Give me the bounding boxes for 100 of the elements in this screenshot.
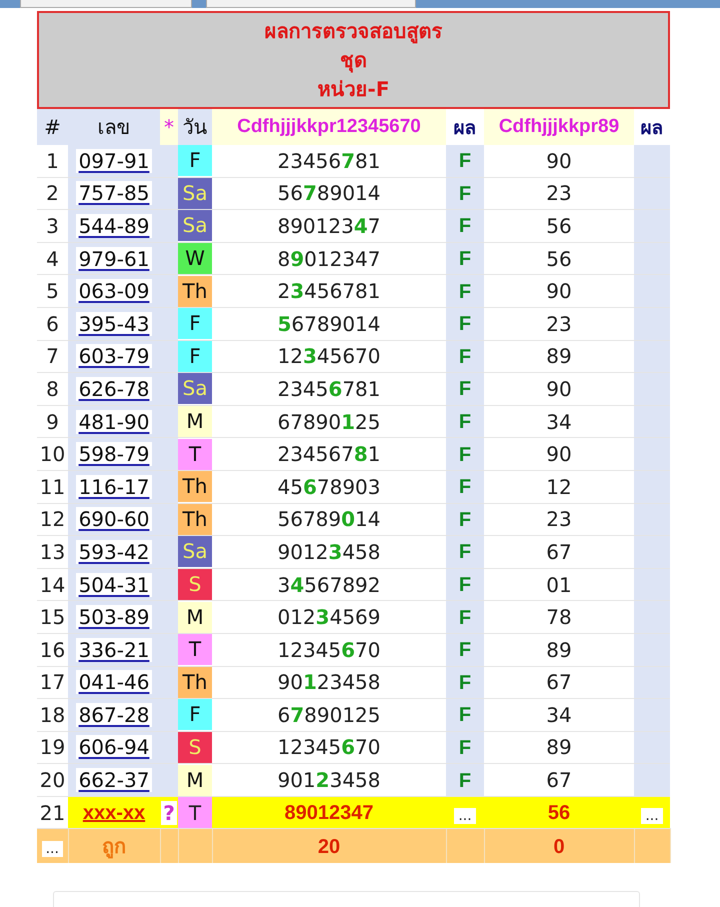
number-link[interactable]: 063-09 [76, 279, 152, 304]
result-value: F [458, 606, 472, 629]
formula-value: 89012347 [277, 246, 380, 271]
number-link[interactable]: 593-42 [76, 540, 152, 564]
unknown-mark: ? [161, 800, 177, 825]
formula-value: 12345670 [278, 638, 380, 662]
title-text: ผลการตรวจสอบสูตร [264, 18, 442, 46]
toolbar-button[interactable] [20, 0, 192, 8]
formula-value: 01 [546, 572, 572, 597]
row-number: 1 [46, 148, 59, 173]
formula-value: 45678903 [278, 474, 380, 499]
toolbar-button[interactable] [206, 0, 416, 8]
title-text: ชุด [340, 46, 367, 74]
number-link[interactable]: 481-90 [76, 410, 152, 434]
number-link[interactable]: 690-60 [76, 507, 152, 532]
day-tag: M [178, 406, 212, 438]
number-link[interactable]: 606-94 [76, 735, 152, 760]
number-link[interactable]: 116-17 [76, 474, 152, 499]
formula-value: 56 [548, 802, 570, 824]
result-value: F [458, 411, 472, 434]
number-link[interactable]: 504-31 [76, 572, 152, 597]
formula-value: 12 [546, 474, 572, 499]
number-link[interactable]: 097-91 [76, 148, 152, 173]
day-tag: T [178, 438, 212, 470]
number-link[interactable]: 603-79 [76, 344, 152, 368]
day-tag: F [178, 308, 212, 340]
day-tag: F [178, 145, 212, 176]
day-tag: F [178, 340, 212, 372]
result-value: F [458, 182, 472, 205]
row-number: 20 [40, 768, 66, 792]
number-link[interactable]: 867-28 [76, 702, 152, 727]
row-number: 16 [40, 638, 66, 662]
formula-value: 23 [546, 507, 572, 532]
result-value: F [458, 541, 472, 564]
number-link[interactable]: 336-21 [76, 638, 152, 662]
formula-value: 90123458 [277, 768, 380, 792]
result-value: F [458, 508, 472, 531]
formula-value: 90123458 [277, 540, 380, 564]
number-link[interactable]: 662-37 [76, 768, 152, 792]
result-value: F [458, 574, 472, 596]
more-button[interactable]: ... [641, 808, 663, 824]
result-value: F [458, 346, 472, 368]
day-tag: Th [178, 276, 212, 307]
day-tag: Th [178, 504, 212, 535]
formula-value: 56 [546, 246, 572, 271]
number-link[interactable]: 041-46 [76, 670, 152, 694]
formula-value: 34567892 [277, 572, 380, 597]
result-value: F [458, 770, 472, 792]
formula-value: 23 [546, 181, 572, 206]
result-value: F [458, 150, 472, 172]
row-number: 4 [46, 246, 59, 271]
result-value: F [458, 215, 472, 238]
day-tag: M [178, 602, 212, 633]
row-number: 14 [40, 572, 66, 597]
formula-value: 90 [546, 376, 572, 401]
row-number: 9 [46, 410, 59, 434]
formula-value: 23456781 [277, 442, 380, 466]
row-number: 5 [46, 279, 59, 304]
formula-value: 01234569 [277, 605, 380, 630]
row-number: 18 [40, 702, 66, 727]
result-value: F [458, 639, 472, 662]
correct-count: 20 [318, 836, 340, 858]
number-link[interactable]: 395-43 [76, 312, 152, 336]
more-button[interactable]: ... [454, 808, 476, 824]
formula-value: 90123458 [278, 670, 380, 694]
formula-value: 89012347 [284, 802, 374, 824]
day-tag: Th [178, 471, 212, 502]
formula-value: 89012347 [277, 214, 380, 238]
result-value: F [458, 313, 472, 336]
result-value: F [458, 280, 472, 303]
row-number: 3 [46, 214, 59, 238]
row-number: 13 [40, 540, 66, 564]
number-link[interactable]: 626-78 [76, 376, 152, 401]
formula-value: 90 [546, 148, 572, 173]
number-link[interactable]: 979-61 [76, 246, 152, 271]
number-link[interactable]: 757-85 [76, 181, 152, 206]
formula-value: 23456781 [277, 279, 380, 304]
column-header: Cdfhjjjkkpr89 [484, 109, 634, 145]
column-header: Cdfhjjjkkpr12345670 [212, 109, 446, 145]
day-tag: T [178, 796, 212, 829]
formula-value: 67 [546, 540, 572, 564]
row-number: 19 [40, 735, 66, 760]
formula-value: 12345670 [278, 344, 380, 368]
correct-label: ถูก [102, 834, 126, 858]
more-button[interactable]: ... [42, 841, 63, 858]
day-tag: M [178, 764, 212, 796]
formula-value: 23456781 [278, 148, 380, 173]
result-value: F [458, 444, 472, 466]
number-link[interactable]: 598-79 [76, 442, 152, 466]
correct-count: 0 [553, 836, 565, 858]
row-number: 6 [46, 312, 59, 336]
result-value: F [458, 378, 472, 400]
number-link[interactable]: 503-89 [76, 605, 152, 630]
formula-value: 56789014 [278, 312, 380, 336]
row-number: 12 [40, 507, 66, 532]
number-link[interactable]: 544-89 [76, 214, 152, 238]
column-header: * [160, 109, 178, 145]
day-tag: Sa [178, 178, 212, 209]
day-tag: W [178, 243, 212, 274]
formula-value: 56789014 [278, 181, 380, 206]
